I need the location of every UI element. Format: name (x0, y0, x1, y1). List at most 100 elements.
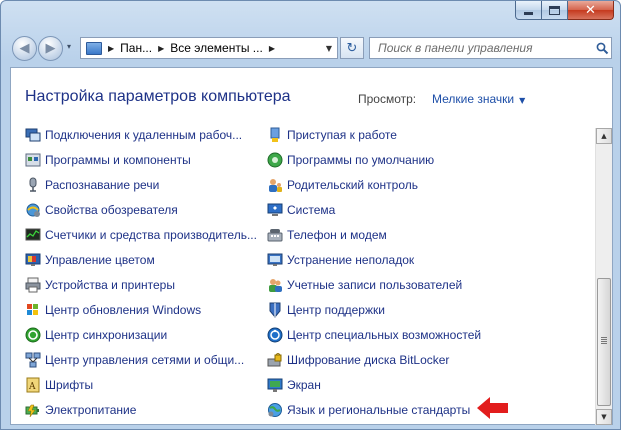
scroll-up-button[interactable]: ▲ (596, 128, 612, 144)
breadcrumb-separator-icon[interactable]: ▶ (108, 44, 114, 53)
control-panel-item[interactable]: Шифрование диска BitLocker (267, 351, 449, 369)
network-icon (25, 352, 41, 368)
control-panel-icon (86, 41, 102, 55)
getting-started-icon (267, 127, 283, 143)
windows-update-icon (25, 302, 41, 318)
close-button[interactable]: ✕ (568, 1, 614, 20)
control-panel-item[interactable]: Центр специальных возможностей (267, 326, 481, 344)
control-panel-item[interactable]: Родительский контроль (267, 176, 418, 194)
item-label: Программы и компоненты (45, 153, 191, 167)
control-panel-item[interactable]: Распознавание речи (25, 176, 159, 194)
control-panel-item[interactable]: Телефон и модем (267, 226, 387, 244)
sync-icon (25, 327, 41, 343)
search-input[interactable]: Поиск в панели управления (369, 37, 612, 59)
control-panel-item[interactable]: Центр обновления Windows (25, 301, 201, 319)
control-panel-item[interactable]: Язык и региональные стандарты (267, 401, 470, 419)
refresh-button[interactable]: ↻ (340, 37, 364, 59)
control-panel-item[interactable]: Управление цветом (25, 251, 155, 269)
item-label: Центр специальных возможностей (287, 328, 482, 342)
default-programs-icon (267, 152, 283, 168)
item-label: Язык и региональные стандарты (287, 403, 471, 417)
item-label: Телефон и модем (287, 228, 387, 242)
scroll-down-button[interactable]: ▼ (596, 409, 612, 425)
breadcrumb-control-panel[interactable]: Пан... (120, 41, 152, 55)
minimize-button[interactable] (515, 1, 542, 20)
scroll-grip-icon (601, 337, 607, 344)
forward-arrow-icon: ▶ (45, 41, 56, 56)
item-label: Приступая к работе (287, 128, 397, 142)
color-management-icon (25, 252, 41, 268)
control-panel-item[interactable]: Свойства обозревателя (25, 201, 178, 219)
svg-text:A: A (28, 382, 36, 392)
performance-icon (25, 227, 41, 243)
control-panel-item[interactable]: Система (267, 201, 335, 219)
item-label: Система (287, 203, 336, 217)
dropdown-arrow-icon: ▼ (519, 96, 526, 105)
forward-button[interactable]: ▶ (38, 36, 63, 61)
item-label: Счетчики и средства производитель... (45, 228, 257, 242)
refresh-icon: ↻ (346, 40, 358, 56)
red-pointer-arrow-icon (477, 397, 508, 419)
control-panel-item[interactable]: Учетные записи пользователей (267, 276, 462, 294)
back-arrow-icon: ◀ (19, 41, 30, 56)
system-icon (267, 202, 283, 218)
power-icon (25, 402, 41, 418)
control-panel-item[interactable]: Счетчики и средства производитель... (25, 226, 257, 244)
address-bar[interactable]: ▶ Пан... ▶ Все элементы ... ▶ ▼ (80, 37, 338, 59)
control-panel-item[interactable]: Экран (267, 376, 321, 394)
display-icon (267, 377, 283, 393)
view-by-value: Мелкие значки (432, 92, 515, 106)
vertical-scrollbar[interactable]: ▲ ▼ (595, 128, 612, 425)
recent-pages-button[interactable]: ▾ (67, 42, 71, 51)
programs-icon (25, 152, 41, 168)
control-panel-item[interactable]: Программы и компоненты (25, 151, 191, 169)
item-label: Управление цветом (45, 253, 155, 267)
item-label: Учетные записи пользователей (287, 278, 463, 292)
control-panel-item[interactable]: Приступая к работе (267, 126, 397, 144)
back-button[interactable]: ◀ (12, 36, 37, 61)
item-label: Центр синхронизации (45, 328, 168, 342)
control-panel-item[interactable]: Подключения к удаленным рабоч... (25, 126, 242, 144)
region-language-icon (267, 402, 283, 418)
item-label: Подключения к удаленным рабоч... (45, 128, 243, 142)
control-panel-item[interactable]: Устранение неполадок (267, 251, 414, 269)
control-panel-item[interactable]: A Шрифты (25, 376, 93, 394)
breadcrumb-all-items[interactable]: Все элементы ... (170, 41, 263, 55)
breadcrumb-separator-icon[interactable]: ▶ (158, 44, 164, 53)
item-label: Родительский контроль (287, 178, 418, 192)
item-label: Электропитание (45, 403, 137, 417)
address-dropdown-icon[interactable]: ▼ (321, 44, 337, 53)
parental-controls-icon (267, 177, 283, 193)
control-panel-item[interactable]: Центр синхронизации (25, 326, 167, 344)
microphone-icon (25, 177, 41, 193)
control-panel-window: ✕ ◀ ▶ ▾ ▶ Пан... ▶ Все элементы ... ▶ ▼ … (0, 0, 621, 430)
breadcrumb-separator-icon[interactable]: ▶ (269, 44, 275, 53)
content-pane: Настройка параметров компьютера Просмотр… (10, 67, 613, 425)
control-panel-item[interactable]: Центр управления сетями и общи... (25, 351, 244, 369)
maximize-icon (549, 5, 560, 15)
item-label: Устройства и принтеры (45, 278, 175, 292)
item-label: Свойства обозревателя (45, 203, 178, 217)
item-label: Шифрование диска BitLocker (287, 353, 450, 367)
item-label: Центр поддержки (287, 303, 385, 317)
item-label: Центр обновления Windows (45, 303, 202, 317)
control-panel-item[interactable]: Устройства и принтеры (25, 276, 175, 294)
item-label: Распознавание речи (45, 178, 160, 192)
search-placeholder: Поиск в панели управления (378, 41, 533, 55)
printer-icon (25, 277, 41, 293)
control-panel-item[interactable]: Программы по умолчанию (267, 151, 434, 169)
control-panel-item[interactable]: Центр поддержки (267, 301, 385, 319)
search-icon[interactable] (593, 42, 611, 55)
item-label: Шрифты (45, 378, 94, 392)
control-panel-item[interactable]: Электропитание (25, 401, 136, 419)
remote-connection-icon (25, 127, 41, 143)
scroll-thumb[interactable] (597, 278, 611, 406)
user-accounts-icon (267, 277, 283, 293)
item-label: Устранение неполадок (287, 253, 415, 267)
close-icon: ✕ (585, 2, 596, 18)
caption-buttons: ✕ (515, 1, 614, 20)
ease-of-access-icon (267, 327, 283, 343)
chevron-down-icon: ▾ (67, 42, 72, 51)
view-by-dropdown[interactable]: Мелкие значки ▼ (432, 92, 525, 106)
maximize-button[interactable] (542, 1, 568, 20)
